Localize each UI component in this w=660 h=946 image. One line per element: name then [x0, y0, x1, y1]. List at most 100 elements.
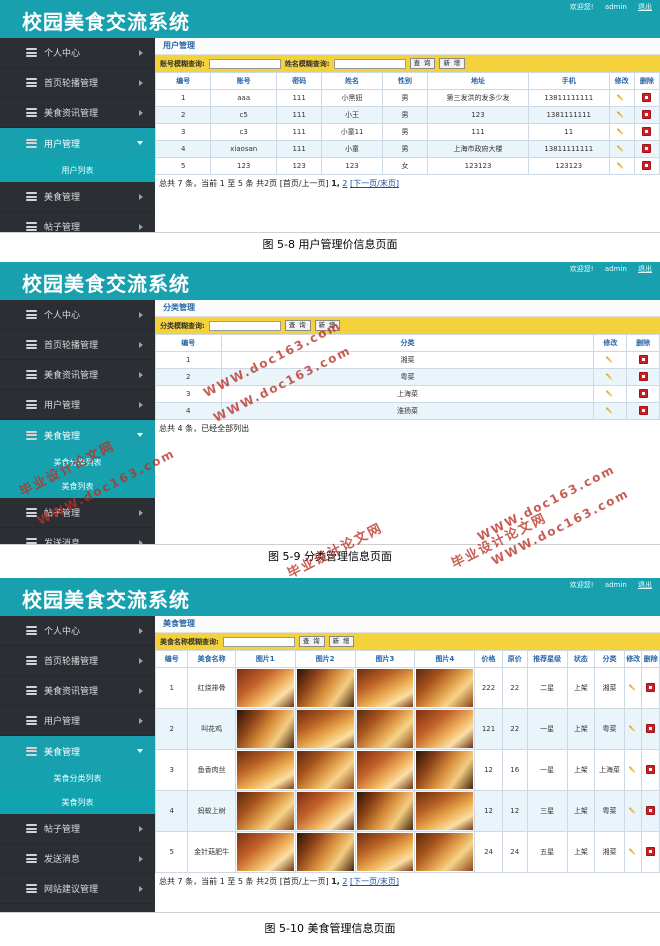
pagination-page-1[interactable]: 1,: [331, 877, 340, 886]
sidebar-item-send-message[interactable]: 发送消息: [0, 528, 155, 544]
cell-edit[interactable]: [593, 368, 628, 386]
food-thumbnail-2[interactable]: [296, 833, 354, 871]
sidebar-item-post-management[interactable]: 帖子管理: [0, 212, 155, 232]
sidebar-item-user-management[interactable]: 用户管理: [0, 706, 155, 736]
delete-icon[interactable]: [646, 846, 656, 856]
sidebar-item-post-management[interactable]: 帖子管理: [0, 814, 155, 844]
cell-image-3[interactable]: [354, 790, 416, 832]
edit-pencil-icon[interactable]: [629, 765, 638, 774]
cell-delete[interactable]: [641, 749, 660, 791]
edit-pencil-icon[interactable]: [617, 127, 626, 136]
cell-delete[interactable]: [633, 157, 660, 175]
cell-delete[interactable]: [626, 351, 660, 369]
cell-edit[interactable]: [623, 708, 643, 750]
cell-delete[interactable]: [641, 708, 660, 750]
cell-delete[interactable]: [626, 402, 660, 420]
cell-edit[interactable]: [593, 351, 628, 369]
delete-icon[interactable]: [638, 371, 648, 381]
cell-image-1[interactable]: [234, 790, 296, 832]
logout-link[interactable]: 退出: [638, 3, 652, 11]
sidebar-item-food-news[interactable]: 美食资讯管理: [0, 676, 155, 706]
category-search-input[interactable]: [208, 320, 281, 331]
cell-edit[interactable]: [608, 106, 635, 124]
cell-delete[interactable]: [633, 89, 660, 107]
edit-pencil-icon[interactable]: [629, 683, 638, 692]
delete-icon[interactable]: [638, 405, 648, 415]
cell-edit[interactable]: [623, 790, 643, 832]
account-search-input[interactable]: [208, 58, 281, 69]
name-search-input[interactable]: [333, 58, 406, 69]
cell-image-2[interactable]: [294, 790, 356, 832]
edit-pencil-icon[interactable]: [617, 161, 626, 170]
edit-pencil-icon[interactable]: [606, 389, 615, 398]
delete-icon[interactable]: [638, 388, 648, 398]
sidebar-item-user-management[interactable]: 用户管理: [0, 390, 155, 420]
pagination-next-last[interactable]: [下一页/末页]: [350, 877, 399, 886]
edit-pencil-icon[interactable]: [617, 93, 626, 102]
pagination-first-prev[interactable]: [首页/上一页]: [280, 179, 329, 188]
edit-pencil-icon[interactable]: [617, 110, 626, 119]
edit-pencil-icon[interactable]: [606, 406, 615, 415]
cell-edit[interactable]: [593, 385, 628, 403]
cell-image-1[interactable]: [234, 831, 296, 873]
food-thumbnail-4[interactable]: [416, 751, 474, 789]
cell-delete[interactable]: [626, 385, 660, 403]
cell-image-1[interactable]: [234, 708, 296, 750]
edit-pencil-icon[interactable]: [629, 847, 638, 856]
cell-edit[interactable]: [623, 831, 643, 873]
delete-icon[interactable]: [642, 92, 652, 102]
pagination-page-2[interactable]: 2: [342, 877, 347, 886]
sidebar-item-food-news[interactable]: 美食资讯管理: [0, 98, 155, 128]
pagination-first-prev[interactable]: [首页/上一页]: [280, 877, 329, 886]
add-button[interactable]: 新 增: [314, 320, 341, 331]
edit-pencil-icon[interactable]: [606, 372, 615, 381]
sidebar-item-send-message[interactable]: 发送消息: [0, 844, 155, 874]
delete-icon[interactable]: [642, 160, 652, 170]
sidebar-item-post-management[interactable]: 帖子管理: [0, 498, 155, 528]
query-button[interactable]: 查 询: [298, 636, 325, 647]
cell-image-3[interactable]: [354, 749, 416, 791]
food-thumbnail-1[interactable]: [236, 751, 294, 789]
query-button[interactable]: 查 询: [284, 320, 311, 331]
food-thumbnail-1[interactable]: [236, 833, 294, 871]
cell-delete[interactable]: [633, 106, 660, 124]
sidebar-subitem-food-category-list[interactable]: 美食分类列表: [0, 766, 155, 790]
sidebar-item-carousel[interactable]: 首页轮播管理: [0, 646, 155, 676]
food-thumbnail-3[interactable]: [356, 833, 414, 871]
food-thumbnail-1[interactable]: [236, 792, 294, 830]
sidebar-item-carousel[interactable]: 首页轮播管理: [0, 68, 155, 98]
cell-image-3[interactable]: [354, 708, 416, 750]
food-thumbnail-3[interactable]: [356, 710, 414, 748]
cell-image-2[interactable]: [294, 749, 356, 791]
food-thumbnail-4[interactable]: [416, 833, 474, 871]
food-thumbnail-1[interactable]: [236, 710, 294, 748]
food-thumbnail-4[interactable]: [416, 669, 474, 707]
delete-icon[interactable]: [646, 723, 656, 733]
cell-image-4[interactable]: [414, 749, 476, 791]
pagination-page-1[interactable]: 1,: [331, 179, 340, 188]
cell-edit[interactable]: [593, 402, 628, 420]
cell-image-4[interactable]: [414, 790, 476, 832]
sidebar-subitem-food-category-list[interactable]: 美食分类列表: [0, 450, 155, 474]
food-thumbnail-2[interactable]: [296, 669, 354, 707]
delete-icon[interactable]: [646, 805, 656, 815]
food-thumbnail-4[interactable]: [416, 710, 474, 748]
query-button[interactable]: 查 询: [409, 58, 436, 69]
sidebar-subitem-user-list[interactable]: 用户列表: [0, 158, 155, 182]
cell-image-3[interactable]: [354, 667, 416, 709]
delete-icon[interactable]: [642, 109, 652, 119]
cell-image-1[interactable]: [234, 749, 296, 791]
food-thumbnail-3[interactable]: [356, 669, 414, 707]
delete-icon[interactable]: [646, 682, 656, 692]
logout-link[interactable]: 退出: [638, 265, 652, 273]
food-thumbnail-1[interactable]: [236, 669, 294, 707]
cell-delete[interactable]: [641, 790, 660, 832]
cell-delete[interactable]: [626, 368, 660, 386]
pagination-page-2[interactable]: 2: [342, 179, 347, 188]
delete-icon[interactable]: [642, 126, 652, 136]
edit-pencil-icon[interactable]: [629, 806, 638, 815]
add-button[interactable]: 新 增: [439, 58, 466, 69]
edit-pencil-icon[interactable]: [629, 724, 638, 733]
sidebar-subitem-food-list[interactable]: 美食列表: [0, 474, 155, 498]
cell-image-3[interactable]: [354, 831, 416, 873]
